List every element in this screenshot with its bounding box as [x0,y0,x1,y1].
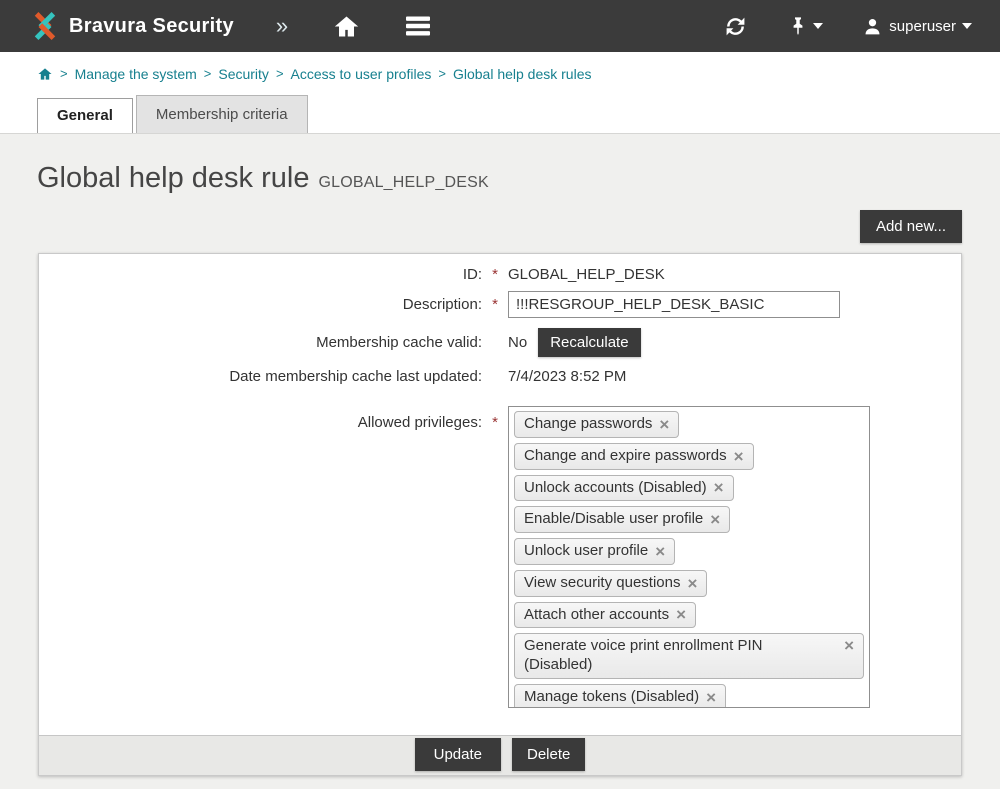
breadcrumb-item-manage-the-system[interactable]: Manage the system [75,66,197,82]
remove-privilege-icon[interactable]: × [844,637,854,654]
breadcrumb-separator: > [438,66,446,81]
breadcrumb-item-access-to-user-profiles[interactable]: Access to user profiles [291,66,432,82]
top-header-bar: Bravura Security » [0,0,1000,52]
privilege-chip-label: Change and expire passwords [524,447,727,466]
privilege-chip: Attach other accounts × [514,602,696,629]
privilege-chip-label: Change passwords [524,415,652,434]
id-label: ID: [39,266,482,283]
tab-membership-criteria[interactable]: Membership criteria [136,95,308,133]
collapse-chevrons-icon[interactable]: » [276,15,288,37]
brand-logo[interactable]: Bravura Security [30,11,234,41]
refresh-icon[interactable] [724,15,747,38]
id-value: GLOBAL_HELP_DESK [508,266,961,283]
privilege-chip-label: View security questions [524,574,680,593]
caret-down-icon [962,23,972,29]
cache-last-updated-label: Date membership cache last updated: [39,368,482,385]
home-icon[interactable] [333,14,360,39]
bravura-logo-icon [30,11,60,41]
privilege-chip-label: Manage tokens (Disabled) [524,688,699,707]
breadcrumb: > Manage the system > Security > Access … [0,52,1000,95]
caret-down-icon [813,23,823,29]
breadcrumb-item-security[interactable]: Security [218,66,269,82]
required-marker: * [487,266,503,283]
cache-last-updated-value: 7/4/2023 8:52 PM [508,368,961,385]
brand-name: Bravura Security [69,15,234,38]
update-button[interactable]: Update [415,738,501,771]
privilege-chip-label: Attach other accounts [524,606,669,625]
tab-general[interactable]: General [37,98,133,133]
remove-privilege-icon[interactable]: × [687,575,697,592]
privilege-chip: Unlock accounts (Disabled) × [514,475,734,502]
pushpin-icon [789,15,807,37]
remove-privilege-icon[interactable]: × [659,416,669,433]
breadcrumb-home-icon[interactable] [37,67,53,81]
main-content: Global help desk rule GLOBAL_HELP_DESK A… [0,133,1000,789]
privilege-chip: Unlock user profile × [514,538,675,565]
add-new-button[interactable]: Add new... [860,210,962,243]
remove-privilege-icon[interactable]: × [676,606,686,623]
required-marker: * [487,406,503,431]
remove-privilege-icon[interactable]: × [714,479,724,496]
tab-bar: General Membership criteria [0,95,1000,133]
user-name: superuser [889,18,956,35]
user-icon [863,17,882,36]
delete-button[interactable]: Delete [512,738,585,771]
allowed-privileges-listbox[interactable]: Change passwords × Change and expire pas… [508,406,870,708]
privilege-chip: View security questions × [514,570,707,597]
required-marker: * [487,296,503,313]
user-menu-button[interactable]: superuser [863,17,972,36]
form-panel: ID: * GLOBAL_HELP_DESK Description: * Me… [38,253,962,776]
menu-hamburger-icon[interactable] [405,15,431,37]
remove-privilege-icon[interactable]: × [655,543,665,560]
page-title: Global help desk rule [37,162,309,195]
pin-menu-button[interactable] [789,15,823,37]
breadcrumb-separator: > [276,66,284,81]
remove-privilege-icon[interactable]: × [706,689,716,706]
privilege-chip: Change passwords × [514,411,679,438]
page-id-badge: GLOBAL_HELP_DESK [318,174,488,192]
breadcrumb-item-global-help-desk-rules: Global help desk rules [453,66,592,82]
privilege-chip-label: Unlock accounts (Disabled) [524,479,707,498]
privilege-chip: Manage tokens (Disabled) × [514,684,726,708]
membership-cache-valid-label: Membership cache valid: [39,334,482,351]
recalculate-button[interactable]: Recalculate [538,328,640,357]
membership-cache-valid-value: No [508,334,527,351]
description-input[interactable] [508,291,840,318]
privilege-chip-label: Unlock user profile [524,542,648,561]
privilege-chip-label: Enable/Disable user profile [524,510,703,529]
breadcrumb-separator: > [60,66,68,81]
privilege-chip: Enable/Disable user profile × [514,506,730,533]
description-label: Description: [39,296,482,313]
privilege-chip-label: Generate voice print enrollment PIN (Dis… [524,637,814,675]
remove-privilege-icon[interactable]: × [710,511,720,528]
privilege-chip: Change and expire passwords × [514,443,754,470]
breadcrumb-separator: > [204,66,212,81]
privilege-chip: Generate voice print enrollment PIN (Dis… [514,633,864,679]
form-footer: Update Delete [39,735,961,775]
allowed-privileges-label: Allowed privileges: [39,406,482,431]
remove-privilege-icon[interactable]: × [734,448,744,465]
